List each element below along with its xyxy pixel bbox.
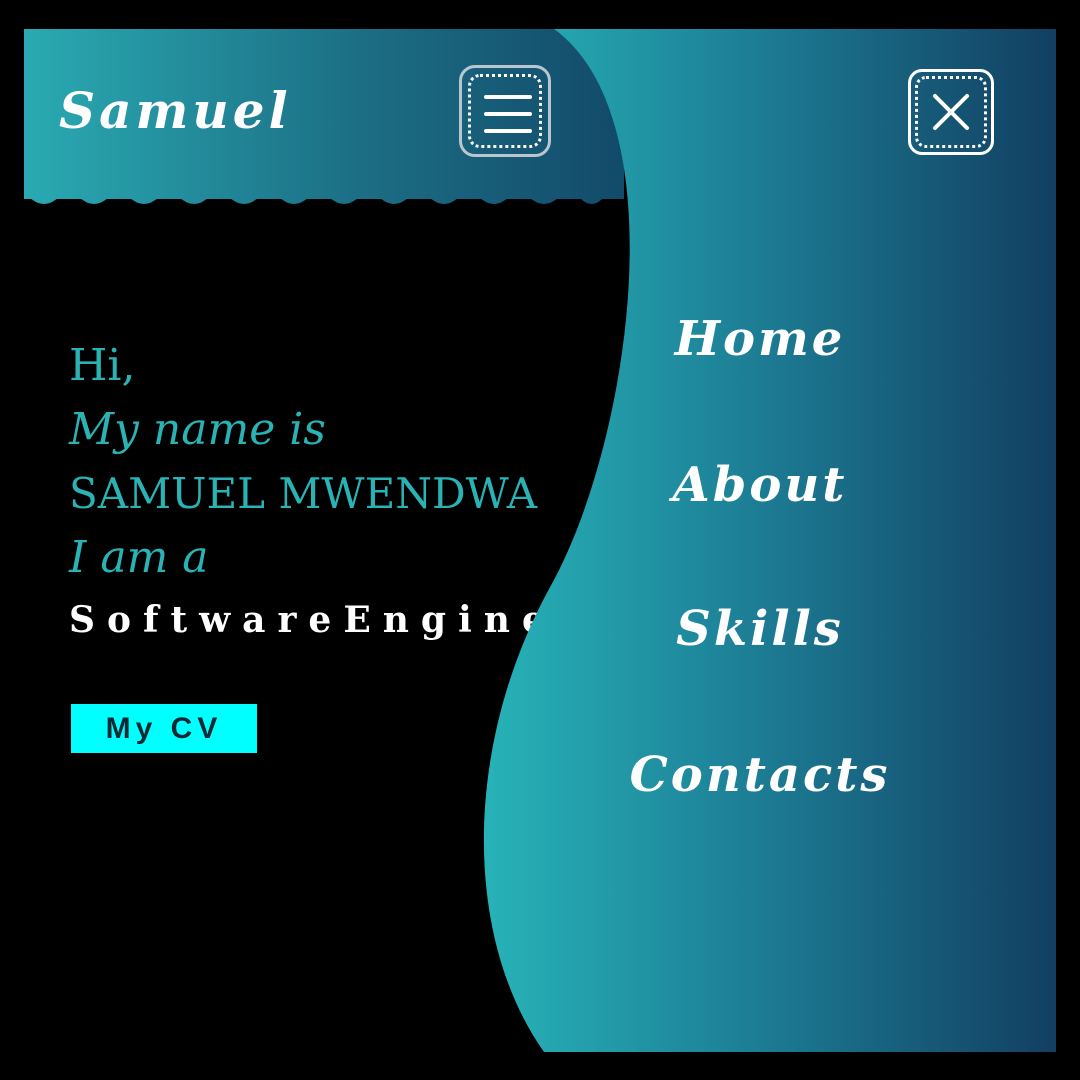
nav-item-about[interactable]: About (580, 457, 940, 513)
nav-item-contacts[interactable]: Contacts (580, 747, 940, 803)
page-frame: Samuel Hi, My name is SAMUEL MWENDWA I a… (24, 29, 1056, 1052)
nav-item-home[interactable]: Home (580, 311, 940, 367)
nav-item-skills[interactable]: Skills (580, 601, 940, 657)
nav-menu-panel (483, 29, 1056, 1052)
close-menu-button[interactable] (908, 69, 994, 155)
close-icon (933, 94, 969, 130)
